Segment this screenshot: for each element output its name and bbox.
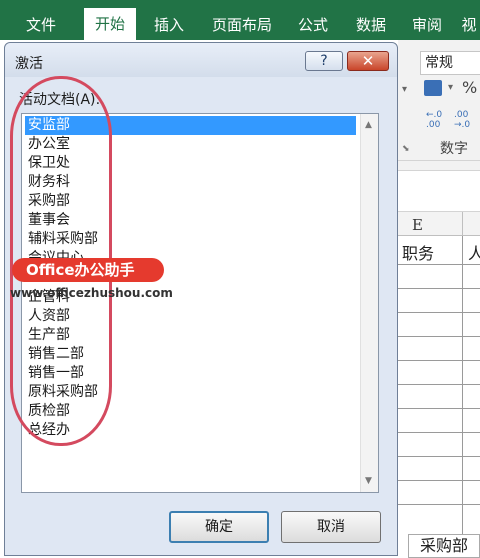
- scroll-down-arrow-icon[interactable]: ▼: [365, 476, 372, 486]
- column-divider: [462, 212, 463, 236]
- column-header-row: E: [398, 212, 480, 236]
- grid-line: [398, 384, 480, 385]
- sheet-tab-purchasing[interactable]: 采购部: [408, 534, 480, 558]
- list-item[interactable]: 安监部: [25, 116, 356, 135]
- watermark-url: www.officezhushou.com: [10, 286, 173, 300]
- dialog-title: 激活: [15, 56, 43, 72]
- grid-line: [398, 432, 480, 433]
- grid-line-vertical: [462, 236, 463, 536]
- tab-formulas[interactable]: 公式: [290, 10, 336, 40]
- grid-line: [398, 360, 480, 361]
- number-group-label: 数字: [440, 141, 468, 157]
- increase-decimal-icon[interactable]: ←.0 .00: [426, 110, 454, 130]
- ok-button[interactable]: 确定: [169, 511, 269, 543]
- cell-f1[interactable]: 人: [468, 240, 480, 264]
- grid-line: [398, 480, 480, 481]
- tab-page-layout[interactable]: 页面布局: [204, 10, 280, 40]
- list-item[interactable]: 财务科: [25, 173, 70, 192]
- grid-line: [398, 456, 480, 457]
- tab-home[interactable]: 开始: [84, 8, 136, 40]
- expand-arrow-icon[interactable]: ▾: [402, 84, 407, 95]
- list-item[interactable]: 保卫处: [25, 154, 70, 173]
- dialog-launcher-icon[interactable]: ⬊: [402, 144, 410, 154]
- cell-e1[interactable]: 职务: [402, 240, 434, 264]
- list-scrollbar[interactable]: ▲ ▼: [360, 114, 378, 492]
- ribbon-tab-bar: 文件 开始 插入 页面布局 公式 数据 审阅 视: [0, 0, 480, 40]
- grid-line: [398, 408, 480, 409]
- percent-icon[interactable]: %: [462, 78, 477, 97]
- worksheet-grid[interactable]: E 职务 人: [398, 212, 480, 558]
- list-item[interactable]: 原料采购部: [25, 383, 98, 402]
- number-format-dropdown[interactable]: 常规: [420, 51, 480, 75]
- formula-bar[interactable]: [398, 170, 480, 212]
- close-button[interactable]: ✕: [347, 51, 389, 71]
- list-item[interactable]: 总经办: [25, 421, 70, 440]
- excel-workspace: 常规 ▾ ▾ % ←.0 .00 .00 →.0 ⬊ 数字 E 职务 人 采购部: [398, 40, 480, 558]
- active-documents-label: 活动文档(A):: [19, 92, 101, 108]
- grid-line: [398, 288, 480, 289]
- watermark-badge: Office办公助手: [12, 258, 164, 282]
- list-item[interactable]: 办公室: [25, 135, 70, 154]
- cancel-button[interactable]: 取消: [281, 511, 381, 543]
- tab-data[interactable]: 数据: [348, 10, 394, 40]
- list-item[interactable]: 销售二部: [25, 345, 84, 364]
- list-item[interactable]: 生产部: [25, 326, 70, 345]
- list-item[interactable]: 辅料采购部: [25, 230, 98, 249]
- tab-insert[interactable]: 插入: [146, 10, 192, 40]
- tab-file[interactable]: 文件: [18, 10, 64, 40]
- grid-line: [398, 312, 480, 313]
- list-item[interactable]: 人资部: [25, 307, 70, 326]
- active-documents-list[interactable]: 安监部 办公室 保卫处 财务科 采购部 董事会 辅料采购部 会议中心 企管科 人…: [21, 113, 379, 493]
- list-item[interactable]: 董事会: [25, 211, 70, 230]
- list-item[interactable]: 采购部: [25, 192, 70, 211]
- column-header-e[interactable]: E: [412, 216, 423, 234]
- decrease-decimal-icon[interactable]: .00 →.0: [454, 110, 480, 130]
- dialog-titlebar[interactable]: 激活 ? ✕: [5, 43, 397, 77]
- grid-line: [398, 264, 480, 265]
- currency-icon[interactable]: [424, 80, 442, 96]
- list-item[interactable]: 质检部: [25, 402, 70, 421]
- scroll-up-arrow-icon[interactable]: ▲: [365, 120, 372, 130]
- tab-review[interactable]: 审阅: [404, 10, 450, 40]
- grid-line: [398, 336, 480, 337]
- tab-view[interactable]: 视: [458, 10, 480, 40]
- grid-line: [398, 504, 480, 505]
- list-item[interactable]: 销售一部: [25, 364, 84, 383]
- ribbon-separator: [398, 160, 480, 161]
- currency-dropdown-icon[interactable]: ▾: [448, 82, 453, 93]
- help-button[interactable]: ?: [305, 51, 343, 71]
